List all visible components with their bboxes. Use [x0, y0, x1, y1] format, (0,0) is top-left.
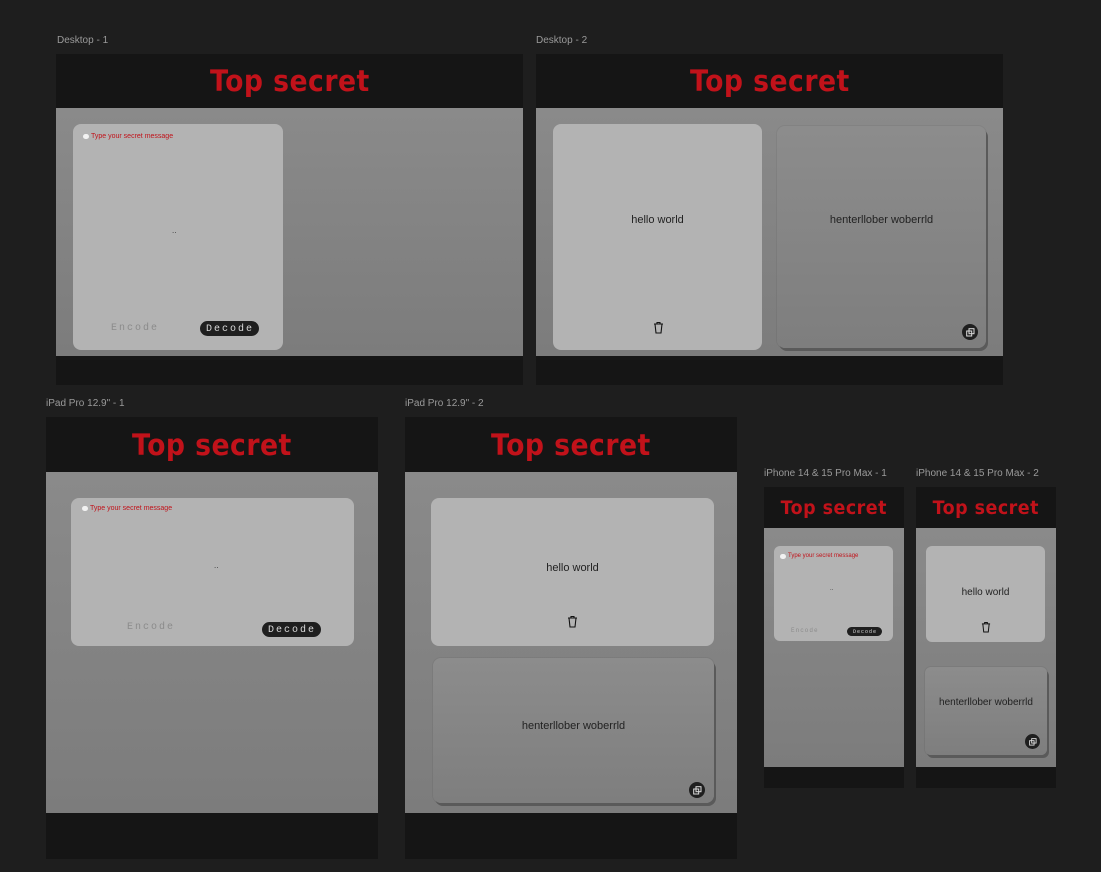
- frame-desktop-1: Top secret Type your secret message .. E…: [56, 54, 523, 385]
- app-title: Top secret: [491, 427, 651, 462]
- app-body: hello world henterllober woberrld: [916, 528, 1056, 767]
- decode-button[interactable]: Decode: [847, 627, 882, 636]
- encoded-text-card: henterllober woberrld: [777, 126, 986, 348]
- decode-button[interactable]: Decode: [200, 321, 259, 336]
- frame-label-iphone-1: iPhone 14 & 15 Pro Max - 1: [764, 468, 887, 479]
- app-title: Top secret: [932, 496, 1040, 519]
- app-title: Top secret: [780, 496, 888, 519]
- message-input[interactable]: Type your secret message: [780, 553, 858, 559]
- frame-label-desktop-1: Desktop - 1: [57, 35, 109, 46]
- app-header: Top secret: [405, 417, 737, 472]
- copy-icon[interactable]: [962, 324, 978, 340]
- trash-icon[interactable]: [653, 321, 664, 334]
- encoded-text-card: henterllober woberrld: [433, 658, 714, 803]
- app-title: Top secret: [132, 427, 292, 462]
- plain-text: hello world: [546, 562, 599, 574]
- app-header: Top secret: [56, 54, 523, 108]
- app-header: Top secret: [46, 417, 378, 472]
- decode-button[interactable]: Decode: [262, 622, 321, 637]
- trash-icon[interactable]: [567, 615, 578, 628]
- app-header: Top secret: [536, 54, 1003, 108]
- frame-ipad-2: Top secret hello world henterllober wobe…: [405, 417, 737, 859]
- app-header: Top secret: [764, 487, 904, 528]
- trash-icon[interactable]: [981, 621, 991, 633]
- message-input[interactable]: Type your secret message: [82, 505, 172, 512]
- encode-button[interactable]: Encode: [111, 323, 159, 334]
- app-body: Type your secret message .. Encode Decod…: [764, 528, 904, 767]
- encoded-text: henterllober woberrld: [829, 214, 934, 226]
- app-body: hello world henterllober woberrld: [405, 472, 737, 813]
- message-placeholder: Type your secret message: [90, 505, 173, 512]
- input-card[interactable]: Type your secret message .. Encode Decod…: [73, 124, 283, 350]
- message-bubble-icon: [83, 134, 89, 139]
- plain-text-card: hello world: [926, 546, 1045, 642]
- input-value: ..: [830, 586, 834, 592]
- message-bubble-icon: [82, 506, 88, 511]
- plain-text: hello world: [961, 587, 1010, 598]
- message-placeholder: Type your secret message: [788, 553, 859, 559]
- app-body: Type your secret message .. Encode Decod…: [46, 472, 378, 813]
- frame-label-desktop-2: Desktop - 2: [536, 35, 588, 46]
- message-input[interactable]: Type your secret message: [83, 133, 173, 140]
- input-card[interactable]: Type your secret message .. Encode Decod…: [774, 546, 893, 641]
- encoded-text-card: henterllober woberrld: [925, 667, 1047, 755]
- app-body: hello world henterllober woberrld: [536, 108, 1003, 356]
- frame-ipad-1: Top secret Type your secret message .. E…: [46, 417, 378, 859]
- encoded-text: henterllober woberrld: [521, 720, 626, 732]
- encoded-text: henterllober woberrld: [939, 697, 1033, 708]
- frame-label-iphone-2: iPhone 14 & 15 Pro Max - 2: [916, 468, 1039, 479]
- message-bubble-icon: [780, 553, 786, 559]
- plain-text-card: hello world: [553, 124, 762, 350]
- app-header: Top secret: [916, 487, 1056, 528]
- frame-label-ipad-2: iPad Pro 12.9" - 2: [405, 398, 484, 409]
- input-card[interactable]: Type your secret message .. Encode Decod…: [71, 498, 354, 646]
- app-title: Top secret: [689, 64, 850, 98]
- frame-iphone-1: Top secret Type your secret message .. E…: [764, 487, 904, 788]
- frame-label-ipad-1: iPad Pro 12.9" - 1: [46, 398, 125, 409]
- plain-text-card: hello world: [431, 498, 714, 646]
- frame-iphone-2: Top secret hello world henterllober wobe…: [916, 487, 1056, 788]
- message-placeholder: Type your secret message: [91, 133, 174, 140]
- input-value: ..: [214, 561, 219, 570]
- copy-icon[interactable]: [689, 782, 705, 798]
- input-value: ..: [172, 226, 177, 235]
- plain-text: hello world: [631, 214, 684, 226]
- encode-button[interactable]: Encode: [791, 627, 819, 634]
- encode-button[interactable]: Encode: [127, 622, 175, 633]
- app-title: Top secret: [209, 64, 370, 98]
- copy-icon[interactable]: [1025, 734, 1040, 749]
- app-body: Type your secret message .. Encode Decod…: [56, 108, 523, 356]
- frame-desktop-2: Top secret hello world henterllober wobe…: [536, 54, 1003, 385]
